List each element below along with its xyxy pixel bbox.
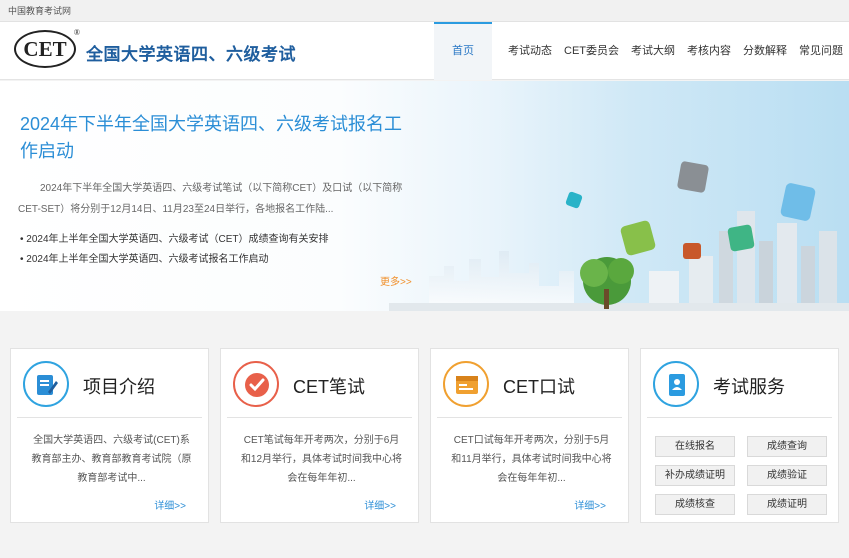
news-item[interactable]: 2024年上半年全国大学英语四、六级考试（CET）成绩查询有关安排 [20, 230, 328, 250]
header: CET ® 全国大学英语四、六级考试 首页 考试动态 CET委员会 考试大纲 考… [0, 22, 849, 80]
card-description: CET口试每年开考两次，分别于5月和11月举行，具体考试时间我中心将会在每年年初… [451, 435, 612, 484]
card-icon-circle [233, 361, 279, 407]
detail-link[interactable]: 详细>> [364, 497, 396, 512]
nav-content[interactable]: 考核内容 [681, 22, 737, 80]
news-list: 2024年上半年全国大学英语四、六级考试（CET）成绩查询有关安排 2024年上… [20, 230, 329, 270]
nav-cet-committee[interactable]: CET委员会 [558, 22, 625, 80]
card-cet-oral: CET口试 CET口试每年开考两次，分别于5月和11月举行，具体考试时间我中心将… [430, 348, 629, 523]
banner-summary: 2024年下半年全国大学英语四、六级考试笔试（以下简称CET）及口试（以下简称C… [18, 183, 403, 215]
divider [17, 417, 202, 418]
divider [647, 417, 832, 418]
card-title: 项目介绍 [83, 377, 155, 397]
nav-home[interactable]: 首页 [434, 22, 492, 80]
card-description: CET笔试每年开考两次，分别于6月和12月举行，具体考试时间我中心将会在每年年初… [240, 435, 403, 484]
score-certificate-button[interactable]: 成绩证明 [747, 494, 827, 515]
divider [227, 417, 412, 418]
news-item[interactable]: 2024年上半年全国大学英语四、六级考试报名工作启动 [20, 250, 329, 270]
nav-faq[interactable]: 常见问题 [793, 22, 849, 80]
card-title: CET口试 [503, 377, 575, 397]
site-name-link[interactable]: 中国教育考试网 [8, 6, 71, 16]
main-nav: 首页 考试动态 CET委员会 考试大纲 考核内容 分数解释 常见问题 [434, 22, 849, 80]
card-project-intro: 项目介绍 全国大学英语四、六级考试(CET)系教育部主办、教育部教育考试院（原教… [10, 348, 209, 523]
online-registration-button[interactable]: 在线报名 [655, 436, 735, 457]
card-description: 全国大学英语四、六级考试(CET)系教育部主办、教育部教育考试院（原教育部考试中… [31, 435, 192, 484]
nav-score-explanation[interactable]: 分数解释 [737, 22, 793, 80]
top-bar: 中国教育考试网 [0, 0, 849, 22]
nav-exam-news[interactable]: 考试动态 [502, 22, 558, 80]
card-icon-circle [23, 361, 69, 407]
reissue-certificate-button[interactable]: 补办成绩证明 [655, 465, 735, 486]
card-icon-circle [653, 361, 699, 407]
score-inquiry-button[interactable]: 成绩查询 [747, 436, 827, 457]
contact-book-icon [669, 374, 685, 396]
more-link[interactable]: 更多>> [380, 273, 412, 288]
cet-logo[interactable]: CET ® [14, 28, 80, 68]
banner-headline[interactable]: 2024年下半年全国大学英语四、六级考试报名工作启动 [20, 111, 410, 165]
site-title: 全国大学英语四、六级考试 [86, 45, 296, 64]
divider [437, 417, 622, 418]
detail-link[interactable]: 详细>> [154, 497, 186, 512]
service-buttons: 在线报名 成绩查询 补办成绩证明 成绩验证 成绩核查 成绩证明 [655, 436, 827, 515]
score-review-button[interactable]: 成绩核查 [655, 494, 735, 515]
checkmark-icon [245, 373, 269, 397]
detail-link[interactable]: 详细>> [574, 497, 606, 512]
hero-banner: 2024年下半年全国大学英语四、六级考试报名工作启动 2024年下半年全国大学英… [0, 81, 849, 311]
feature-cards: 项目介绍 全国大学英语四、六级考试(CET)系教育部主办、教育部教育考试院（原教… [10, 348, 839, 523]
card-cet-written: CET笔试 CET笔试每年开考两次，分别于6月和12月举行，具体考试时间我中心将… [220, 348, 419, 523]
city-illustration [389, 161, 849, 311]
nav-syllabus[interactable]: 考试大纲 [625, 22, 681, 80]
browser-window-icon [456, 376, 478, 394]
card-title: 考试服务 [713, 377, 785, 397]
card-exam-services: 考试服务 在线报名 成绩查询 补办成绩证明 成绩验证 成绩核查 成绩证明 [640, 348, 839, 523]
score-verification-button[interactable]: 成绩验证 [747, 465, 827, 486]
document-edit-icon [37, 375, 58, 395]
logo-text: CET [23, 36, 67, 61]
card-title: CET笔试 [293, 377, 365, 397]
card-icon-circle [443, 361, 489, 407]
registered-mark: ® [73, 28, 80, 37]
